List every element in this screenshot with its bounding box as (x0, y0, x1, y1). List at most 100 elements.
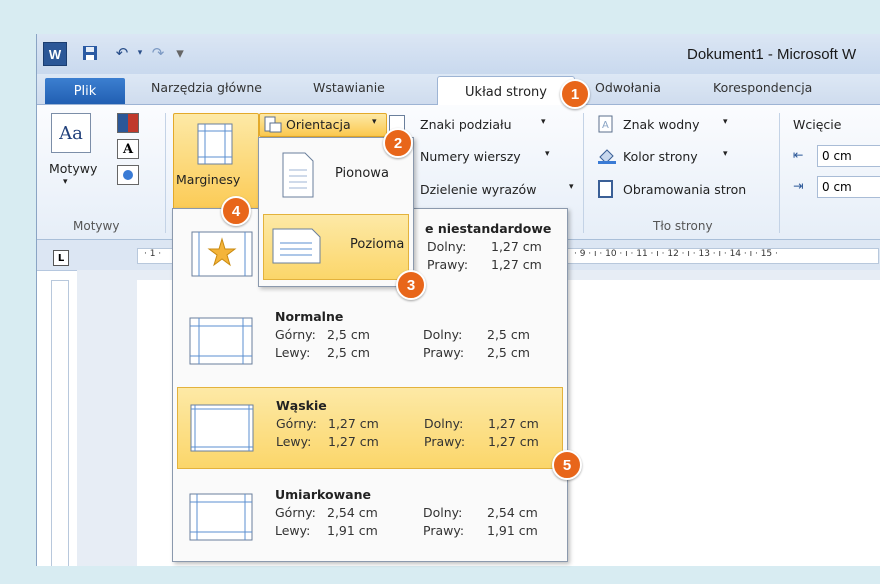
themes-icon[interactable]: Aa (51, 113, 91, 153)
page-borders-icon[interactable] (597, 180, 615, 198)
step-badge-1: 1 (560, 79, 590, 109)
tab-insert[interactable]: Wstawianie (313, 80, 385, 95)
title-bar: W ↶ ▾ ↷ ▾ Dokument1 - Microsoft W (37, 34, 880, 74)
page-color-button[interactable]: Kolor strony (623, 149, 698, 164)
value-right: 1,27 cm (491, 257, 542, 272)
group-separator (165, 113, 166, 233)
theme-fonts-glyph: A (122, 141, 134, 157)
orientation-option-portrait[interactable]: Pionowa (263, 144, 407, 208)
hyphenation-button[interactable]: Dzielenie wyrazów (420, 182, 536, 197)
tab-home[interactable]: Narzędzia główne (151, 80, 262, 95)
label-right: Prawy: (427, 257, 469, 272)
themes-group-label: Motywy (73, 219, 120, 233)
portrait-icon (282, 152, 314, 198)
step-badge-3: 3 (396, 270, 426, 300)
tab-page-layout[interactable]: Układ strony (437, 76, 575, 107)
group-separator (779, 113, 780, 233)
orientation-dropdown-icon: ▾ (372, 117, 377, 127)
tab-file[interactable]: Plik (45, 78, 125, 104)
indent-left-input[interactable]: 0 cm (817, 145, 880, 167)
margin-normal-row1: Górny: 2,5 cm Dolny: 2,5 cm (275, 327, 530, 342)
orientation-option-landscape[interactable]: Pozioma (263, 214, 409, 280)
orientation-icon (264, 116, 282, 133)
margin-option-normal[interactable]: Normalne Górny: 2,5 cm Dolny: 2,5 cm Lewy: 2… (177, 299, 561, 379)
value-right: 2,5 cm (487, 345, 530, 360)
hyphenation-dropdown-icon[interactable]: ▾ (569, 182, 574, 192)
undo-dropdown-icon[interactable]: ▾ (131, 44, 149, 62)
ruler-start-text: · 1 · (144, 249, 162, 259)
value-bottom: 2,54 cm (487, 505, 538, 520)
word-logo-icon[interactable]: W (43, 42, 67, 66)
margin-narrow-row2: Lewy: 1,27 cm Prawy: 1,27 cm (276, 434, 539, 449)
margin-moderate-row1: Górny: 2,54 cm Dolny: 2,54 cm (275, 505, 538, 520)
value-bottom: 1,27 cm (491, 239, 542, 254)
watermark-button[interactable]: Znak wodny (623, 117, 699, 132)
breaks-button[interactable]: Znaki podziału (420, 117, 512, 132)
orientation-button[interactable]: Orientacja ▾ (259, 113, 387, 137)
label-left: Lewy: (275, 523, 311, 538)
indent-label: Wcięcie (793, 117, 842, 132)
step-badge-2: 2 (383, 128, 413, 158)
undo-icon[interactable]: ↶ (113, 44, 131, 62)
tab-references[interactable]: Odwołania (595, 80, 661, 95)
breaks-dropdown-icon[interactable]: ▾ (541, 117, 546, 127)
margin-option-narrow[interactable]: Wąskie Górny: 1,27 cm Dolny: 1,27 cm Lewy: 1… (177, 387, 563, 469)
redo-icon[interactable]: ↷ (149, 44, 167, 62)
themes-dropdown-icon[interactable]: ▾ (63, 177, 68, 187)
label-right: Prawy: (423, 523, 465, 538)
label-bottom: Dolny: (423, 505, 463, 520)
page-background-group-label: Tło strony (653, 219, 713, 233)
label-top: Górny: (275, 505, 316, 520)
margins-button-label: Marginesy (176, 172, 241, 187)
theme-effects-icon[interactable] (117, 165, 139, 185)
tab-mailings[interactable]: Korespondencja (713, 80, 812, 95)
step-badge-4: 4 (221, 196, 251, 226)
margin-custom-right: Prawy: 1,27 cm (427, 257, 542, 272)
indent-right-icon: ⇥ (793, 178, 804, 193)
value-left: 1,91 cm (327, 523, 378, 538)
watermark-icon[interactable]: A (597, 115, 615, 133)
save-icon[interactable] (81, 44, 99, 62)
window-title: Dokument1 - Microsoft W (687, 46, 857, 63)
custom-margins-icon (191, 231, 253, 277)
value-bottom: 1,27 cm (488, 416, 539, 431)
themes-glyph: Aa (59, 122, 83, 144)
watermark-dropdown-icon[interactable]: ▾ (723, 117, 728, 127)
margin-narrow-name: Wąskie (276, 398, 327, 413)
page-color-dropdown-icon[interactable]: ▾ (723, 149, 728, 159)
indent-right-input[interactable]: 0 cm (817, 176, 880, 198)
value-bottom: 2,5 cm (487, 327, 530, 342)
label-right: Prawy: (424, 434, 466, 449)
group-separator (583, 113, 584, 233)
page-color-icon[interactable] (597, 147, 617, 165)
vertical-ruler[interactable] (51, 280, 69, 566)
value-right: 1,91 cm (487, 523, 538, 538)
margins-icon (197, 123, 233, 165)
line-numbers-button[interactable]: Numery wierszy (420, 149, 521, 164)
margin-option-moderate[interactable]: Umiarkowane Górny: 2,54 cm Dolny: 2,54 cm L… (177, 477, 561, 557)
orientation-menu: Pionowa Pozioma (258, 137, 414, 287)
theme-fonts-icon[interactable]: A (117, 139, 139, 159)
label-left: Lewy: (276, 434, 312, 449)
label-bottom: Dolny: (424, 416, 464, 431)
landscape-label: Pozioma (350, 237, 405, 252)
margin-normal-row2: Lewy: 2,5 cm Prawy: 2,5 cm (275, 345, 530, 360)
customize-toolbar-icon[interactable]: ▾ (171, 44, 189, 62)
tab-selector-button[interactable]: L (53, 250, 69, 266)
margin-narrow-row1: Górny: 1,27 cm Dolny: 1,27 cm (276, 416, 539, 431)
label-right: Prawy: (423, 345, 465, 360)
line-numbers-dropdown-icon[interactable]: ▾ (545, 149, 550, 159)
label-bottom: Dolny: (427, 239, 467, 254)
value-top: 2,54 cm (327, 505, 378, 520)
portrait-label: Pionowa (335, 166, 389, 181)
label-top: Górny: (275, 327, 316, 342)
label-left: Lewy: (275, 345, 311, 360)
narrow-margins-icon (190, 404, 254, 452)
orientation-button-label: Orientacja (286, 117, 351, 132)
moderate-margins-icon (189, 493, 253, 541)
page-borders-button[interactable]: Obramowania stron (623, 182, 746, 197)
indent-left-icon: ⇤ (793, 147, 804, 162)
margin-moderate-name: Umiarkowane (275, 487, 371, 502)
theme-colors-icon[interactable] (117, 113, 139, 133)
themes-button-label[interactable]: Motywy (49, 161, 97, 176)
